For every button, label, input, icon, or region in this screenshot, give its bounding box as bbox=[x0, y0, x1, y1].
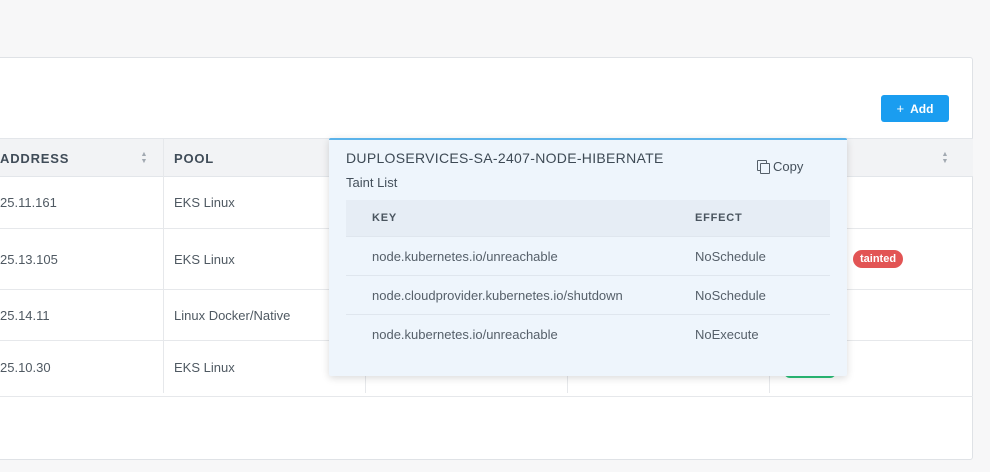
taint-header-effect: EFFECT bbox=[695, 212, 743, 224]
column-header-address-label: ADDRESS bbox=[0, 151, 70, 166]
column-header-pool-label: POOL bbox=[174, 151, 215, 166]
sort-address-icon[interactable]: ▲ ▼ bbox=[139, 151, 149, 167]
copy-icon bbox=[757, 160, 770, 174]
table-cell-address: 25.14.11 bbox=[0, 307, 50, 323]
column-header-pool[interactable]: POOL bbox=[174, 139, 214, 178]
taint-list-popover: DUPLOSERVICES-SA-2407-NODE-HIBERNATE Tai… bbox=[329, 138, 847, 376]
taint-row: node.cloudprovider.kubernetes.io/shutdow… bbox=[346, 276, 830, 315]
copy-button-label: Copy bbox=[773, 159, 804, 174]
table-cell-pool: EKS Linux bbox=[174, 195, 235, 210]
copy-button[interactable]: Copy bbox=[757, 159, 803, 174]
taint-row: node.kubernetes.io/unreachable NoExecute bbox=[346, 315, 830, 354]
tainted-badge[interactable]: tainted bbox=[853, 250, 904, 268]
add-button-label: Add bbox=[910, 101, 934, 116]
add-button[interactable]: + Add bbox=[881, 95, 949, 122]
table-cell-pool: Linux Docker/Native bbox=[174, 307, 291, 323]
taint-header-key: KEY bbox=[372, 212, 398, 224]
plus-icon: + bbox=[896, 101, 905, 116]
taint-effect: NoExecute bbox=[695, 327, 759, 342]
taint-effect: NoSchedule bbox=[695, 287, 766, 303]
popover-title: DUPLOSERVICES-SA-2407-NODE-HIBERNATE bbox=[346, 150, 664, 166]
taint-table: KEY EFFECT node.kubernetes.io/unreachabl… bbox=[346, 200, 830, 354]
table-cell-address: 25.13.105 bbox=[0, 251, 58, 267]
column-divider bbox=[163, 139, 164, 178]
sort-status-icon[interactable]: ▲ ▼ bbox=[940, 151, 950, 167]
column-header-address[interactable]: ADDRESS bbox=[0, 139, 69, 178]
taint-key: node.cloudprovider.kubernetes.io/shutdow… bbox=[372, 287, 623, 303]
table-cell-address: 25.10.30 bbox=[0, 359, 51, 375]
column-divider bbox=[163, 177, 164, 393]
taint-key: node.kubernetes.io/unreachable bbox=[372, 248, 558, 264]
popover-subtitle: Taint List bbox=[346, 175, 398, 190]
taint-effect: NoSchedule bbox=[695, 248, 766, 264]
taint-row: node.kubernetes.io/unreachable NoSchedul… bbox=[346, 237, 830, 276]
table-cell-pool: EKS Linux bbox=[174, 359, 235, 375]
row-divider bbox=[0, 396, 973, 397]
table-cell-address: 25.11.161 bbox=[0, 195, 57, 210]
taint-table-header: KEY EFFECT bbox=[346, 200, 830, 237]
table-cell-pool: EKS Linux bbox=[174, 251, 235, 267]
taint-key: node.kubernetes.io/unreachable bbox=[372, 327, 558, 342]
